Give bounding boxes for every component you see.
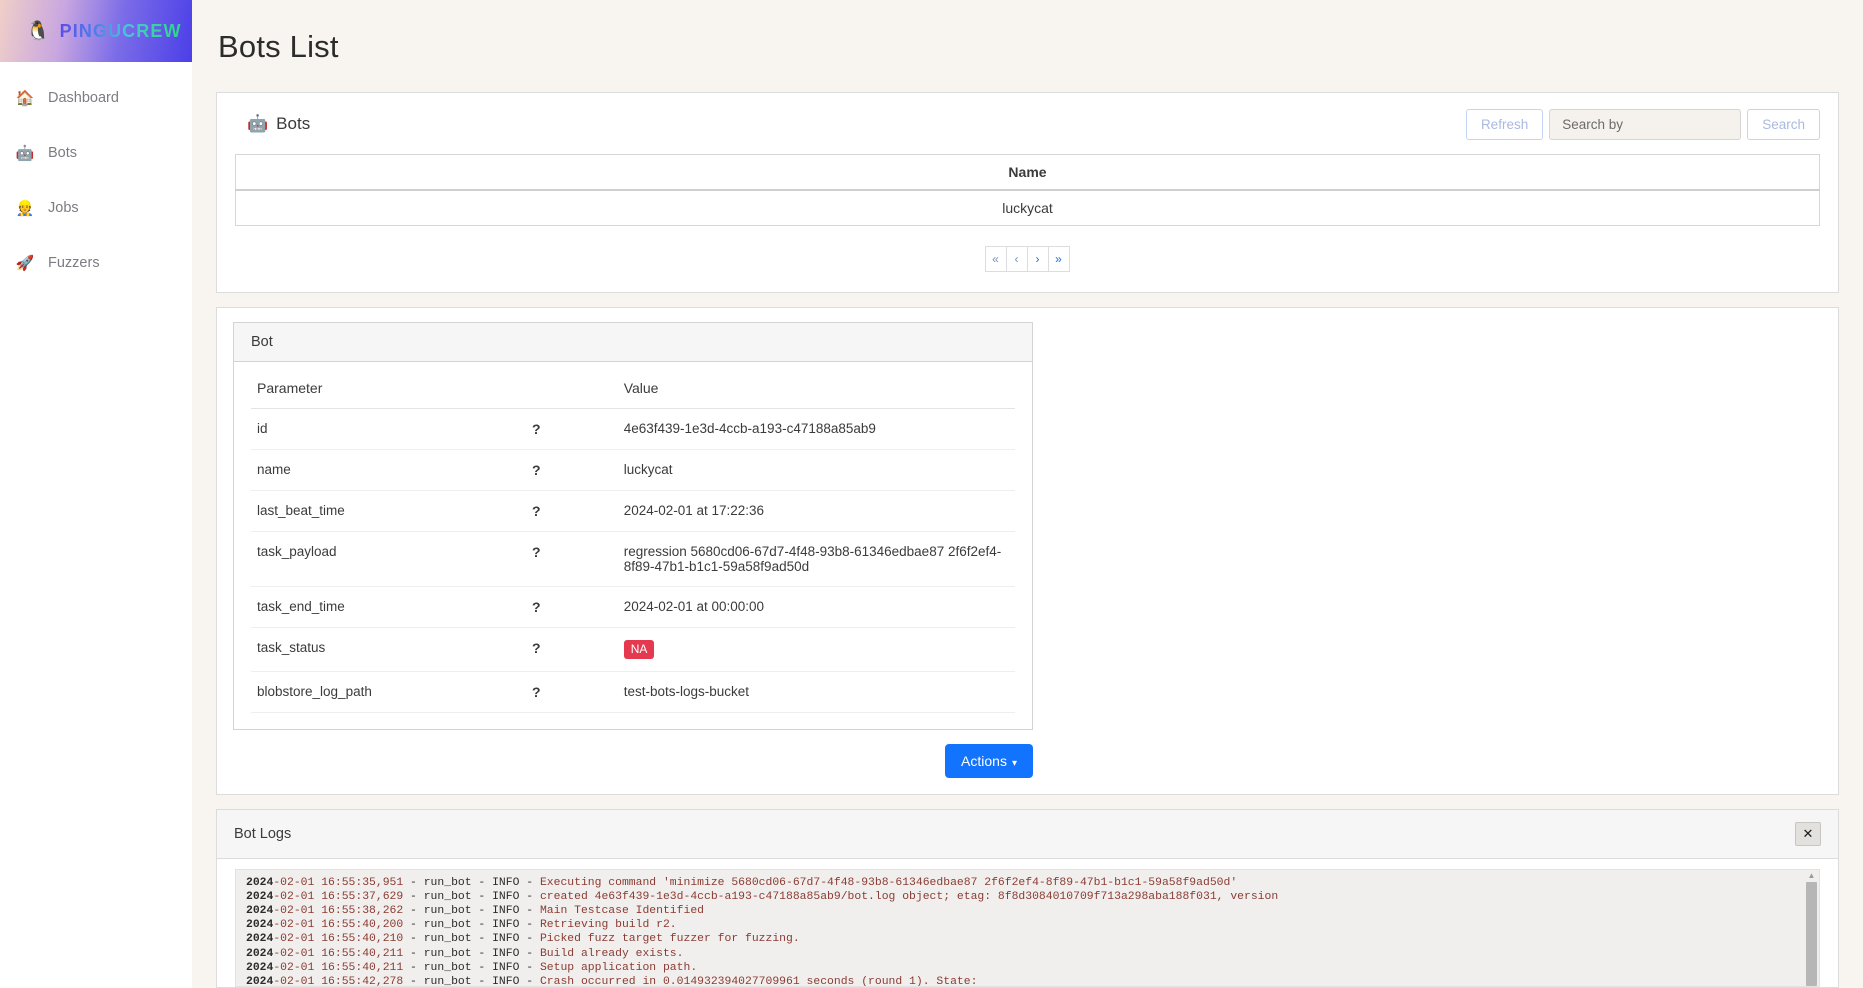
bot-parameters-table: Parameter Value id ? 4e63f439-1e3d-4ccb-… <box>251 367 1015 713</box>
column-header-parameter: Parameter <box>251 367 527 409</box>
cell-bot-name[interactable]: luckycat <box>235 189 1820 226</box>
brand-name: PINGUCREW <box>59 20 182 41</box>
pagination-group: « ‹ › » <box>984 245 1070 272</box>
worker-icon: 👷 <box>15 199 35 217</box>
sidebar-item-label: Bots <box>48 145 78 161</box>
bot-detail-card: Bot Parameter Value id ? 4e63f439-1e3d-4… <box>216 306 1839 795</box>
brand-header[interactable]: 🐧 PINGUCREW <box>0 0 192 62</box>
help-icon[interactable]: ? <box>526 627 618 672</box>
param-name-task-end-time: task_end_time <box>251 586 527 628</box>
actions-button[interactable]: Actions ▾ <box>945 743 1033 778</box>
robot-icon: 🤖 <box>15 144 35 162</box>
param-value-task-payload: regression 5680cd06-67d7-4f48-93b8-61346… <box>617 531 1015 587</box>
help-icon[interactable]: ? <box>526 531 618 587</box>
scroll-up-arrow-icon[interactable]: ▲ <box>1804 870 1819 882</box>
table-row: task_status ? NA <box>251 627 1015 672</box>
bots-list-card: 🤖 Bots Refresh Search Name lucky <box>216 91 1839 293</box>
chevron-down-icon: ▾ <box>1011 757 1017 769</box>
app-root: 🐧 PINGUCREW 🏠 Dashboard 🤖 Bots 👷 Jobs 🚀 … <box>0 0 1863 988</box>
param-value-last-beat-time: 2024-02-01 at 17:22:36 <box>617 490 1015 532</box>
sidebar: 🐧 PINGUCREW 🏠 Dashboard 🤖 Bots 👷 Jobs 🚀 … <box>0 0 192 988</box>
table-row: task_end_time ? 2024-02-01 at 00:00:00 <box>251 586 1015 628</box>
table-row: last_beat_time ? 2024-02-01 at 17:22:36 <box>251 490 1015 532</box>
param-value-blobstore-log-path: test-bots-logs-bucket <box>617 671 1015 713</box>
param-value-id: 4e63f439-1e3d-4ccb-a193-c47188a85ab9 <box>617 408 1015 450</box>
scrollbar-thumb[interactable] <box>1806 881 1817 986</box>
bot-actions-row: Actions ▾ <box>233 730 1033 780</box>
param-value-task-end-time: 2024-02-01 at 00:00:00 <box>617 586 1015 628</box>
bot-card-body: Parameter Value id ? 4e63f439-1e3d-4ccb-… <box>234 362 1032 729</box>
table-row: task_payload ? regression 5680cd06-67d7-… <box>251 531 1015 587</box>
sidebar-item-label: Dashboard <box>48 90 119 106</box>
sidebar-item-dashboard[interactable]: 🏠 Dashboard <box>0 82 192 114</box>
column-header-name[interactable]: Name <box>235 153 1820 191</box>
column-header-value: Value <box>617 367 1015 409</box>
table-row: id ? 4e63f439-1e3d-4ccb-a193-c47188a85ab… <box>251 408 1015 450</box>
actions-button-label: Actions <box>961 752 1007 769</box>
param-name-blobstore-log-path: blobstore_log_path <box>251 671 527 713</box>
status-badge: NA <box>623 639 655 659</box>
sidebar-item-jobs[interactable]: 👷 Jobs <box>0 192 192 224</box>
bots-table-head: Name <box>235 153 1820 191</box>
bot-table-head: Parameter Value <box>251 367 1015 409</box>
param-name-id: id <box>251 408 527 450</box>
log-output-container[interactable]: 2024-02-01 16:55:35,951 - run_bot - INFO… <box>235 868 1820 987</box>
refresh-button[interactable]: Refresh <box>1465 108 1544 140</box>
help-icon[interactable]: ? <box>526 408 618 450</box>
table-row: name ? luckycat <box>251 449 1015 491</box>
param-name-name: name <box>251 449 527 491</box>
pagination-next-button[interactable]: › <box>1026 245 1049 272</box>
robot-icon: 🤖 <box>247 114 269 134</box>
main-content: Bots List 🤖 Bots Refresh Search Name <box>192 0 1863 988</box>
sidebar-nav: 🏠 Dashboard 🤖 Bots 👷 Jobs 🚀 Fuzzers <box>0 62 192 279</box>
bot-card-title: Bot <box>234 322 1032 362</box>
log-scrollbar[interactable]: ▲ <box>1804 869 1819 986</box>
rocket-icon: 🚀 <box>15 254 35 272</box>
house-icon: 🏠 <box>15 89 35 107</box>
sidebar-item-label: Jobs <box>48 200 79 216</box>
search-button[interactable]: Search <box>1747 108 1820 140</box>
page-title: Bots List <box>218 28 339 64</box>
bots-table: Name luckycat <box>235 153 1820 226</box>
bot-logs-card: Bot Logs ✕ 2024-02-01 16:55:35,951 - run… <box>216 808 1839 988</box>
param-value-name: luckycat <box>617 449 1015 491</box>
bot-table-body: id ? 4e63f439-1e3d-4ccb-a193-c47188a85ab… <box>251 408 1015 713</box>
logs-card-header: Bot Logs ✕ <box>217 809 1838 859</box>
log-output-text: 2024-02-01 16:55:35,951 - run_bot - INFO… <box>246 876 1279 987</box>
table-header-row: Parameter Value <box>251 367 1015 409</box>
help-icon[interactable]: ? <box>526 490 618 532</box>
bot-inner-card: Bot Parameter Value id ? 4e63f439-1e3d-4… <box>233 321 1033 730</box>
pagination-prev-button[interactable]: ‹ <box>1005 245 1028 272</box>
bots-title-label: Bots <box>276 114 311 134</box>
close-icon[interactable]: ✕ <box>1795 821 1821 846</box>
sidebar-item-fuzzers[interactable]: 🚀 Fuzzers <box>0 247 192 279</box>
param-value-task-status: NA <box>617 627 1015 672</box>
penguin-logo-icon: 🐧 <box>26 20 50 42</box>
help-icon[interactable]: ? <box>526 586 618 628</box>
help-icon[interactable]: ? <box>526 671 618 713</box>
table-row[interactable]: luckycat <box>235 189 1820 226</box>
sidebar-item-bots[interactable]: 🤖 Bots <box>0 137 192 169</box>
param-name-task-status: task_status <box>251 627 527 672</box>
sidebar-item-label: Fuzzers <box>48 255 100 271</box>
param-name-task-payload: task_payload <box>251 531 527 587</box>
table-row: blobstore_log_path ? test-bots-logs-buck… <box>251 671 1015 713</box>
param-name-last-beat-time: last_beat_time <box>251 490 527 532</box>
bots-card-title: 🤖 Bots <box>247 114 310 134</box>
help-icon[interactable]: ? <box>526 449 618 491</box>
logs-card-title: Bot Logs <box>234 825 292 842</box>
bots-card-header: 🤖 Bots Refresh Search <box>235 107 1820 154</box>
table-header-row: Name <box>235 153 1820 191</box>
pagination-first-button[interactable]: « <box>984 245 1007 272</box>
pagination-last-button[interactable]: » <box>1047 245 1070 272</box>
bots-toolbar: Refresh Search <box>1465 108 1820 140</box>
column-header-help <box>526 367 618 409</box>
bots-table-body: luckycat <box>235 189 1820 226</box>
pagination: « ‹ › » <box>235 245 1820 272</box>
logs-card-body: 2024-02-01 16:55:35,951 - run_bot - INFO… <box>217 859 1838 987</box>
search-input[interactable] <box>1549 108 1742 140</box>
